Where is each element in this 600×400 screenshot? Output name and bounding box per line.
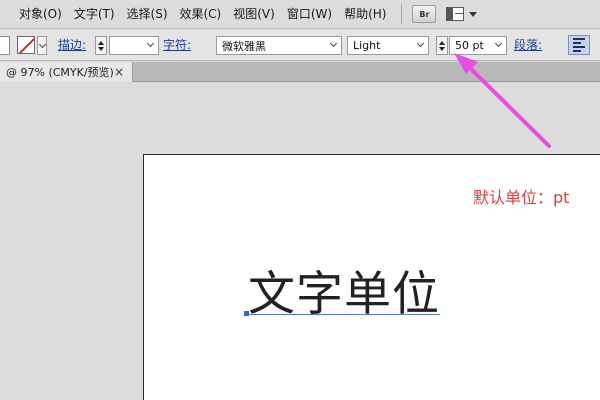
text-baseline: [246, 314, 440, 315]
control-bar: 描边: 字符: 微软雅黑 Light 50 pt 段落:: [0, 30, 600, 61]
document-tab-bar: @ 97% (CMYK/预览) ×: [0, 62, 600, 82]
bridge-icon: Br: [419, 9, 430, 19]
close-icon[interactable]: ×: [114, 65, 124, 79]
menu-type[interactable]: 文字(T): [69, 0, 120, 29]
font-size-stepper[interactable]: [436, 36, 448, 55]
chevron-down-icon: [416, 39, 425, 48]
canvas-workspace[interactable]: 默认单位：pt 文字单位: [0, 83, 600, 400]
chevron-down-icon: [329, 39, 338, 48]
stroke-weight-stepper[interactable]: [95, 36, 107, 55]
arrow-up-icon: [439, 40, 445, 45]
stroke-weight-select[interactable]: [109, 36, 159, 55]
document-tab[interactable]: @ 97% (CMYK/预览) ×: [0, 62, 133, 82]
character-label[interactable]: 字符:: [163, 36, 191, 55]
document-tab-title: @ 97% (CMYK/预览): [6, 66, 114, 79]
arrange-documents-icon[interactable]: [446, 7, 465, 21]
menu-select[interactable]: 选择(S): [122, 0, 173, 29]
arrow-up-icon: [98, 40, 104, 45]
chevron-down-icon: [146, 39, 155, 48]
font-size-select[interactable]: 50 pt: [449, 36, 507, 55]
paragraph-label[interactable]: 段落:: [514, 36, 542, 55]
font-family-select[interactable]: 微软雅黑: [216, 36, 342, 55]
stroke-label[interactable]: 描边:: [58, 36, 86, 55]
font-size-value: 50 pt: [455, 39, 484, 52]
default-unit-annotation: 默认单位：pt: [473, 188, 570, 207]
menu-window[interactable]: 窗口(W): [282, 0, 337, 29]
chevron-down-icon: [38, 40, 46, 48]
menu-view[interactable]: 视图(V): [228, 0, 280, 29]
bridge-button[interactable]: Br: [412, 5, 437, 23]
arrow-down-icon: [98, 46, 104, 51]
menu-bar: 对象(O) 文字(T) 选择(S) 效果(C) 视图(V) 窗口(W) 帮助(H…: [0, 0, 600, 29]
fill-color-box[interactable]: [0, 36, 10, 55]
stroke-none-swatch[interactable]: [17, 36, 35, 54]
font-style-value: Light: [353, 39, 381, 52]
arrange-documents-caret-icon[interactable]: [469, 11, 478, 17]
font-family-value: 微软雅黑: [222, 39, 266, 53]
menu-help[interactable]: 帮助(H): [339, 0, 391, 29]
text-anchor-point[interactable]: [244, 311, 249, 316]
artboard[interactable]: 默认单位：pt 文字单位: [143, 154, 600, 400]
menu-separator: [401, 4, 403, 24]
align-left-button[interactable]: [568, 35, 590, 55]
stroke-swatch-dropdown[interactable]: [37, 36, 47, 55]
chevron-down-icon: [494, 39, 503, 48]
arrow-down-icon: [439, 46, 445, 51]
menu-effect[interactable]: 效果(C): [175, 0, 227, 29]
font-style-select[interactable]: Light: [347, 36, 429, 55]
menu-object[interactable]: 对象(O): [14, 0, 67, 29]
